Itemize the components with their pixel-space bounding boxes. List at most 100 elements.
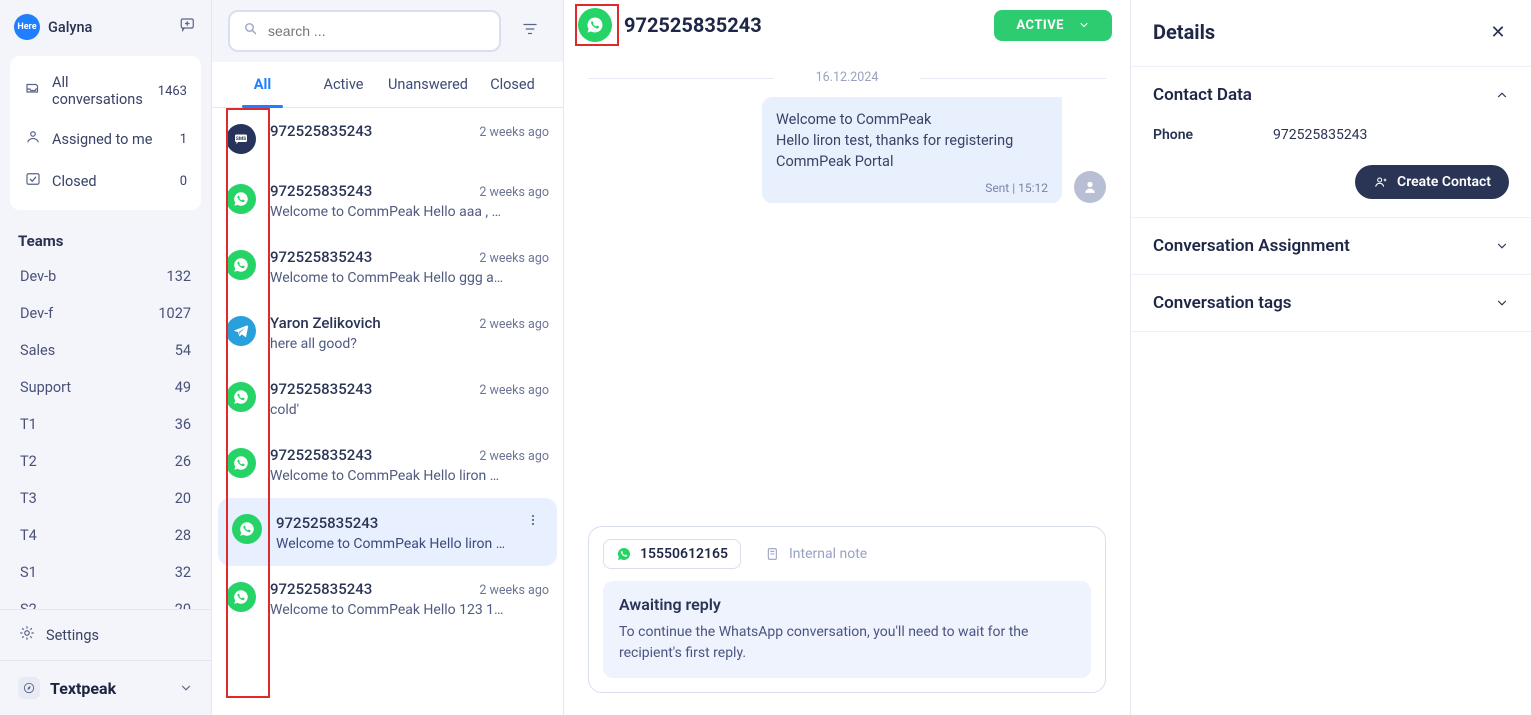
composer-tab-label: 15550612165 (640, 546, 728, 562)
conversation-name: Yaron Zelikovich (270, 314, 381, 332)
conversation-more-button[interactable] (523, 512, 543, 528)
team-row[interactable]: Dev-b 132 (6, 258, 205, 295)
inbox-icon (24, 80, 42, 102)
tab-all[interactable]: All (222, 62, 303, 107)
note-icon (765, 546, 781, 562)
section-label: Conversation tags (1153, 293, 1292, 313)
team-name: Sales (20, 342, 55, 359)
team-count: 20 (175, 490, 191, 507)
conversation-time: 2 weeks ago (479, 583, 549, 598)
folder-assigned-to-me[interactable]: Assigned to me 1 (10, 118, 201, 160)
team-row[interactable]: T2 26 (6, 443, 205, 480)
current-user[interactable]: Here Galyna (14, 14, 92, 40)
team-name: Support (20, 379, 71, 396)
chevron-up-icon (1495, 88, 1509, 102)
folder-count: 1 (180, 132, 187, 147)
folder-label: Closed (52, 173, 97, 190)
close-button[interactable]: ✕ (1487, 21, 1509, 43)
composer-tab-label: Internal note (789, 546, 867, 562)
tab-active[interactable]: Active (303, 62, 384, 107)
teams-heading: Teams (0, 210, 211, 258)
conversation-name: 972525835243 (270, 580, 372, 598)
conversation-name: 972525835243 (270, 182, 372, 200)
team-name: Dev-f (20, 305, 53, 322)
channel-badge-whatsapp (578, 8, 612, 42)
conversation-preview: Welcome to CommPeak Hello aaa , … (270, 204, 549, 220)
team-name: S2 (20, 601, 37, 609)
gear-icon (18, 624, 36, 646)
team-count: 132 (167, 268, 191, 285)
team-name: T4 (20, 527, 37, 544)
conversation-item[interactable]: 9725258352432 weeks agoWelcome to CommPe… (212, 566, 563, 632)
team-row[interactable]: S220 (6, 591, 205, 609)
conversation-list[interactable]: 9725258352432 weeks ago9725258352432 wee… (212, 108, 563, 715)
folder-label: All conversations (52, 74, 158, 108)
sms-icon (226, 124, 256, 154)
composer-tab-number[interactable]: 15550612165 (603, 539, 741, 569)
section-toggle-tags[interactable]: Conversation tags (1153, 293, 1509, 313)
create-contact-button[interactable]: Create Contact (1355, 165, 1509, 199)
status-dropdown[interactable]: ACTIVE (994, 10, 1112, 41)
team-row[interactable]: T136 (6, 406, 205, 443)
team-row[interactable]: Support 49 (6, 369, 205, 406)
folder-closed[interactable]: Closed 0 (10, 160, 201, 202)
tab-closed[interactable]: Closed (472, 62, 553, 107)
sender-avatar-icon (1074, 171, 1106, 203)
team-count: 26 (175, 453, 191, 470)
conversation-item[interactable]: 972525835243Welcome to CommPeak Hello li… (218, 498, 557, 566)
search-input-wrapper[interactable] (228, 10, 501, 52)
section-toggle-contact-data[interactable]: Contact Data (1153, 85, 1509, 105)
conversation-name: 972525835243 (270, 248, 372, 266)
status-label: ACTIVE (1016, 18, 1064, 33)
phone-label: Phone (1153, 127, 1273, 143)
brand-switcher[interactable]: Textpeak (0, 660, 211, 715)
team-row[interactable]: T428 (6, 517, 205, 554)
tab-unanswered[interactable]: Unanswered (384, 62, 472, 107)
conversation-item[interactable]: 9725258352432 weeks agoWelcome to CommPe… (212, 234, 563, 300)
team-name: Dev-b (20, 268, 56, 285)
awaiting-body: To continue the WhatsApp conversation, y… (619, 622, 1075, 664)
conversation-item[interactable]: 9725258352432 weeks agoWelcome to CommPe… (212, 432, 563, 498)
conversation-name: 972525835243 (270, 380, 372, 398)
search-input[interactable] (268, 23, 487, 39)
conversation-time: 2 weeks ago (479, 125, 549, 140)
close-icon: ✕ (1490, 22, 1505, 43)
telegram-icon (226, 316, 256, 346)
section-conversation-assignment: Conversation Assignment (1131, 217, 1531, 274)
team-row[interactable]: Dev-f1027 (6, 295, 205, 332)
team-row[interactable]: T320 (6, 480, 205, 517)
settings-link[interactable]: Settings (0, 609, 211, 660)
brand-name: Textpeak (50, 679, 116, 698)
phone-value: 972525835243 (1273, 127, 1367, 143)
conversation-item[interactable]: 9725258352432 weeks agocold' (212, 366, 563, 432)
new-conversation-icon[interactable] (179, 16, 197, 38)
team-row[interactable]: S132 (6, 554, 205, 591)
conversation-item[interactable]: Yaron Zelikovich2 weeks agohere all good… (212, 300, 563, 366)
conversation-preview: Welcome to CommPeak Hello liron … (276, 536, 543, 552)
section-toggle-assignment[interactable]: Conversation Assignment (1153, 236, 1509, 256)
filter-button[interactable] (513, 14, 547, 48)
message-bubble: Welcome to CommPeak Hello liron test, th… (762, 97, 1062, 203)
user-name: Galyna (48, 19, 92, 36)
conversation-name: 972525835243 (270, 446, 372, 464)
awaiting-title: Awaiting reply (619, 595, 1075, 614)
team-row[interactable]: Sales54 (6, 332, 205, 369)
whatsapp-icon (616, 546, 632, 562)
composer-tab-internal-note[interactable]: Internal note (753, 539, 879, 569)
details-title: Details (1153, 20, 1215, 44)
conversation-item[interactable]: 972525835243 2 weeks ago (212, 108, 563, 168)
team-name: T2 (20, 453, 37, 470)
conversation-item[interactable]: 9725258352432 weeks agoWelcome to CommPe… (212, 168, 563, 234)
folder-all-conversations[interactable]: All conversations 1463 (10, 64, 201, 118)
team-count: 49 (175, 379, 191, 396)
whatsapp-icon (226, 250, 256, 280)
section-label: Contact Data (1153, 85, 1252, 105)
chevron-down-icon (1078, 19, 1090, 31)
conversation-name: 972525835243 (270, 122, 372, 140)
whatsapp-icon (226, 582, 256, 612)
conversation-list-column: All Active Unanswered Closed 97252583524… (212, 0, 564, 715)
message-area[interactable]: 16.12.2024 Welcome to CommPeak Hello lir… (564, 52, 1130, 518)
search-icon (242, 20, 260, 42)
conversation-preview: Welcome to CommPeak Hello liron … (270, 468, 549, 484)
whatsapp-icon (226, 184, 256, 214)
